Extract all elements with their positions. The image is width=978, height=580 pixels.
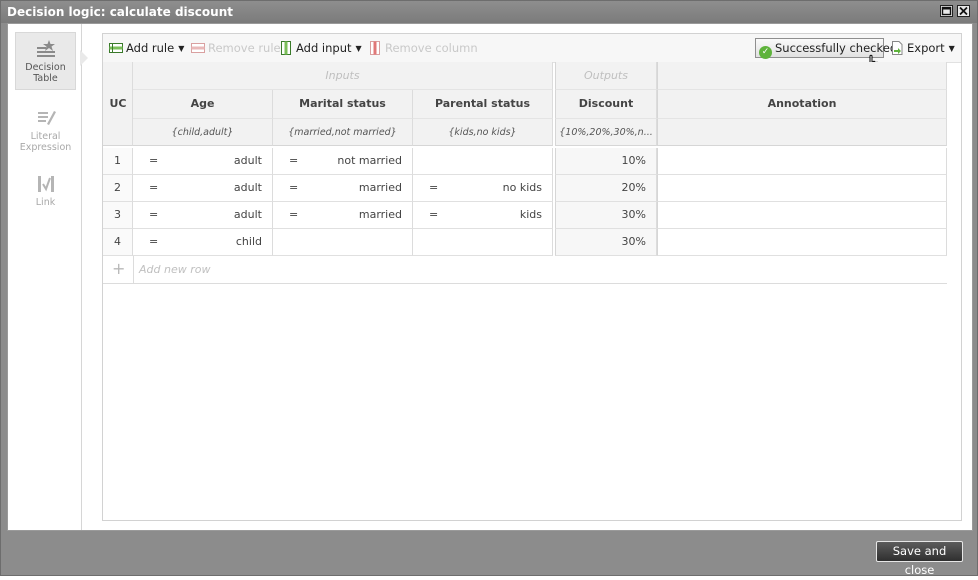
- add-new-row-button[interactable]: + Add new row: [103, 256, 947, 284]
- remove-column-icon: [370, 41, 380, 55]
- sidebar-item-label: Link: [35, 197, 56, 208]
- allowed-values-annotation: [657, 118, 947, 146]
- column-divider: [133, 256, 134, 283]
- cell-discount[interactable]: 10%: [555, 148, 657, 175]
- table-toolbar: Add rule ▼ Remove rule Add input ▼ Remove …: [103, 34, 961, 77]
- decision-table-icon: [36, 40, 55, 57]
- dialog-footer: Save and close: [1, 532, 977, 577]
- table-row[interactable]: 1 = adult = not married 10%: [103, 148, 947, 175]
- cell-parental-status[interactable]: = kids: [413, 202, 553, 229]
- column-header-discount[interactable]: Discount: [555, 90, 657, 118]
- save-and-close-button[interactable]: Save and close: [876, 541, 963, 577]
- remove-rule-icon: [191, 43, 205, 53]
- sidebar-item-link[interactable]: Link: [15, 174, 76, 210]
- cell-discount[interactable]: 20%: [555, 175, 657, 202]
- remove-rule-button[interactable]: Remove rule: [191, 40, 281, 56]
- sidebar-item-label: Expression: [19, 142, 72, 153]
- inputs-group-header: Inputs: [133, 62, 553, 90]
- export-button[interactable]: Export ▼: [890, 40, 955, 56]
- allowed-values-discount[interactable]: {10%,20%,30%,n...: [555, 118, 657, 146]
- table-row[interactable]: 4 = child 30%: [103, 229, 947, 256]
- cell-annotation[interactable]: [657, 202, 947, 229]
- validation-status-label: Successfully checked: [775, 41, 898, 55]
- rule-number: 3: [103, 202, 133, 229]
- annotation-group-header: [657, 62, 947, 90]
- export-icon: [892, 41, 903, 55]
- active-indicator-arrow: [80, 50, 88, 66]
- cell-marital-status[interactable]: = married: [273, 202, 413, 229]
- allowed-values-age[interactable]: {child,adult}: [133, 118, 273, 146]
- cell-marital-status[interactable]: = married: [273, 175, 413, 202]
- sidebar-item-literal-expression[interactable]: Literal Expression: [15, 108, 76, 154]
- sidebar-item-label: Literal: [30, 131, 61, 142]
- add-rule-icon: [109, 43, 123, 53]
- rule-number: 4: [103, 229, 133, 256]
- literal-expression-icon: [37, 111, 56, 125]
- column-header-annotation[interactable]: Annotation: [657, 90, 947, 118]
- table-row[interactable]: 2 = adult = married = no kids 20%: [103, 175, 947, 202]
- remove-column-button[interactable]: Remove column: [368, 40, 478, 56]
- rule-number: 2: [103, 175, 133, 202]
- sidebar-item-decision-table[interactable]: Decision Table: [15, 32, 76, 90]
- allowed-values-parental-status[interactable]: {kids,no kids}: [413, 118, 553, 146]
- column-header-marital-status[interactable]: Marital status: [273, 90, 413, 118]
- outputs-group-header: Outputs: [555, 62, 657, 90]
- cell-marital-status[interactable]: = not married: [273, 148, 413, 175]
- cell-age[interactable]: = child: [133, 229, 273, 256]
- sidebar-item-label: Table: [33, 73, 58, 84]
- hit-policy-label[interactable]: UC: [103, 90, 133, 118]
- cell-parental-status[interactable]: [413, 148, 553, 175]
- column-header-parental-status[interactable]: Parental status: [413, 90, 553, 118]
- dialog-content: Decision Table Literal Expression Link A…: [7, 23, 973, 531]
- cell-age[interactable]: = adult: [133, 175, 273, 202]
- cell-annotation[interactable]: [657, 229, 947, 256]
- decision-table: UC Inputs Outputs Age Marital status Par…: [103, 62, 961, 522]
- column-header-age[interactable]: Age: [133, 90, 273, 118]
- maximize-icon[interactable]: [940, 5, 953, 17]
- sidebar-item-label: Decision: [25, 62, 66, 73]
- cell-parental-status[interactable]: [413, 229, 553, 256]
- cell-parental-status[interactable]: = no kids: [413, 175, 553, 202]
- allowed-values-marital-status[interactable]: {married,not married}: [273, 118, 413, 146]
- link-icon: [37, 176, 54, 192]
- cell-age[interactable]: = adult: [133, 148, 273, 175]
- chevron-down-icon[interactable]: ▼: [949, 41, 955, 57]
- add-input-icon: [281, 41, 291, 55]
- decision-logic-dialog: Decision logic: calculate discount Decis…: [0, 0, 978, 577]
- cell-annotation[interactable]: [657, 175, 947, 202]
- plus-icon: +: [112, 259, 126, 278]
- add-rule-button[interactable]: Add rule ▼: [109, 40, 184, 56]
- check-circle-icon: ✓: [759, 46, 772, 59]
- decision-table-panel: Add rule ▼ Remove rule Add input ▼ Remove …: [102, 33, 962, 521]
- cell-discount[interactable]: 30%: [555, 202, 657, 229]
- close-icon[interactable]: [957, 5, 970, 17]
- cell-discount[interactable]: 30%: [555, 229, 657, 256]
- rule-number: 1: [103, 148, 133, 175]
- chevron-down-icon[interactable]: ▼: [356, 41, 362, 57]
- logic-type-sidebar: Decision Table Literal Expression Link: [8, 24, 88, 530]
- chevron-down-icon[interactable]: ▼: [178, 41, 184, 57]
- cell-marital-status[interactable]: [273, 229, 413, 256]
- cell-annotation[interactable]: [657, 148, 947, 175]
- table-row[interactable]: 3 = adult = married = kids 30%: [103, 202, 947, 229]
- dialog-title: Decision logic: calculate discount: [7, 5, 233, 19]
- dialog-titlebar[interactable]: Decision logic: calculate discount: [1, 1, 977, 23]
- cell-age[interactable]: = adult: [133, 202, 273, 229]
- add-input-button[interactable]: Add input ▼: [279, 40, 362, 56]
